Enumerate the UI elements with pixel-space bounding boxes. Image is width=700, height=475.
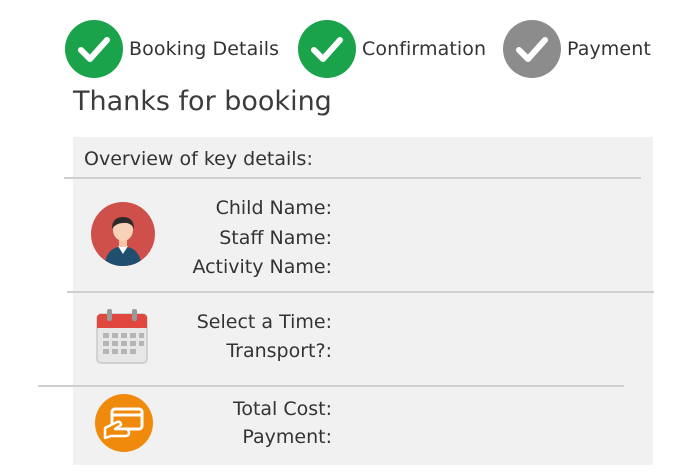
divider xyxy=(67,291,654,293)
payment-label: Payment: xyxy=(242,426,332,448)
child-name-label: Child Name: xyxy=(215,197,332,219)
credit-card-icon xyxy=(95,394,153,452)
calendar-icon xyxy=(96,308,148,364)
check-circle-icon xyxy=(298,20,356,78)
activity-name-label: Activity Name: xyxy=(192,256,332,278)
step-label: Confirmation xyxy=(362,38,487,60)
total-cost-label: Total Cost: xyxy=(232,398,332,420)
step-label: Booking Details xyxy=(129,38,280,60)
step-label: Payment xyxy=(567,38,651,60)
divider xyxy=(38,385,624,387)
step-confirmation[interactable]: Confirmation xyxy=(298,20,486,78)
user-avatar-icon xyxy=(91,202,155,266)
check-circle-icon xyxy=(503,20,561,78)
check-circle-icon xyxy=(65,20,123,78)
divider xyxy=(64,177,641,179)
step-payment[interactable]: Payment xyxy=(503,20,651,78)
overview-heading: Overview of key details: xyxy=(84,148,313,170)
transport-label: Transport?: xyxy=(226,340,332,362)
select-time-label: Select a Time: xyxy=(196,311,332,333)
staff-name-label: Staff Name: xyxy=(219,227,332,249)
details-panel xyxy=(73,137,653,465)
page-title: Thanks for booking xyxy=(73,86,332,117)
step-booking-details[interactable]: Booking Details xyxy=(65,20,279,78)
